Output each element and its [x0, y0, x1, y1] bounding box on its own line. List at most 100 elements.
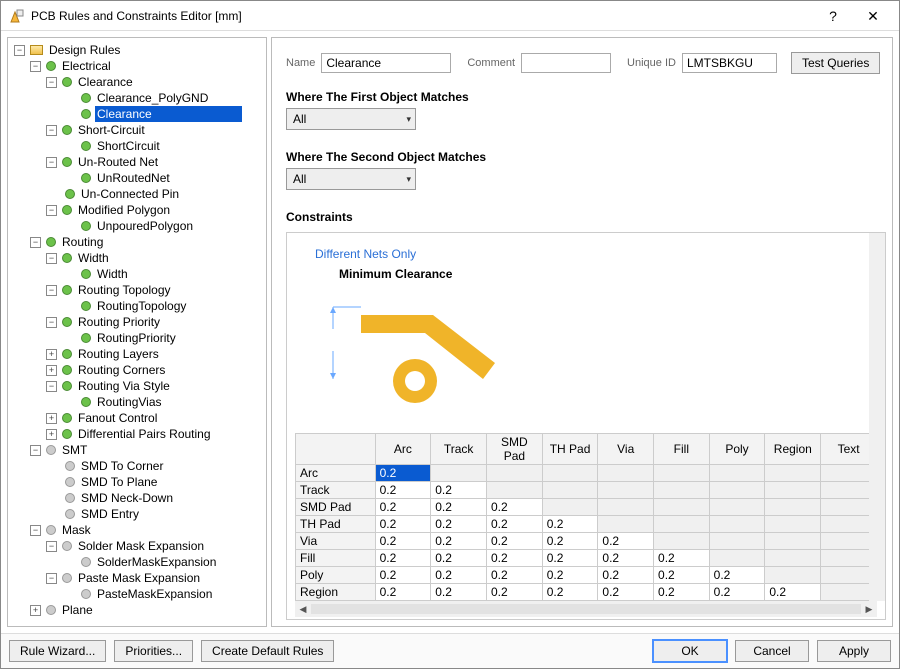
tree-item-smd-neck[interactable]: SMD Neck-Down: [79, 490, 175, 506]
tree-toggle[interactable]: −: [46, 285, 57, 296]
tree-toggle[interactable]: −: [46, 77, 57, 88]
tree-toggle[interactable]: +: [46, 429, 57, 440]
tree-toggle[interactable]: −: [46, 125, 57, 136]
tree-toggle[interactable]: −: [46, 541, 57, 552]
comment-input[interactable]: [521, 53, 611, 73]
horizontal-scrollbar[interactable]: ◀▶: [295, 601, 877, 617]
matrix-cell[interactable]: 0.2: [375, 516, 431, 533]
matrix-cell[interactable]: 0.2: [431, 533, 487, 550]
matrix-cell[interactable]: 0.2: [598, 584, 654, 601]
tree-item-electrical[interactable]: Electrical: [60, 58, 113, 74]
tree-item-unrouted[interactable]: Un-Routed Net: [76, 154, 160, 170]
matrix-cell[interactable]: 0.2: [487, 567, 543, 584]
matrix-cell[interactable]: 0.2: [542, 516, 598, 533]
tree-item-routing-priority[interactable]: Routing Priority: [76, 314, 162, 330]
tree-item-routing-topology[interactable]: Routing Topology: [76, 282, 173, 298]
matrix-cell[interactable]: 0.2: [375, 533, 431, 550]
tree-item-mask[interactable]: Mask: [60, 522, 93, 538]
matrix-cell[interactable]: 0.2: [542, 533, 598, 550]
matrix-cell[interactable]: 0.2: [542, 584, 598, 601]
tree-item-clearance-selected[interactable]: Clearance: [95, 106, 242, 122]
matrix-cell[interactable]: 0.2: [431, 482, 487, 499]
tree-toggle[interactable]: +: [30, 605, 41, 616]
tree-toggle[interactable]: −: [30, 445, 41, 456]
tree-toggle[interactable]: −: [46, 157, 57, 168]
tree-item-smt[interactable]: SMT: [60, 442, 89, 458]
rule-wizard-button[interactable]: Rule Wizard...: [9, 640, 106, 662]
matrix-cell[interactable]: 0.2: [375, 465, 431, 482]
matrix-cell[interactable]: 0.2: [431, 499, 487, 516]
tree-toggle[interactable]: −: [30, 237, 41, 248]
matrix-cell[interactable]: 0.2: [654, 550, 710, 567]
matrix-cell[interactable]: 0.2: [765, 584, 821, 601]
tree-item-paste-mask-exp[interactable]: Paste Mask Expansion: [76, 570, 202, 586]
tree-toggle[interactable]: −: [30, 61, 41, 72]
matrix-cell[interactable]: 0.2: [709, 584, 765, 601]
tree-item-short-circuit[interactable]: Short-Circuit: [76, 122, 147, 138]
matrix-cell[interactable]: 0.2: [654, 584, 710, 601]
tree-toggle[interactable]: −: [46, 573, 57, 584]
cancel-button[interactable]: Cancel: [735, 640, 809, 662]
tree-item-shortcircuit[interactable]: ShortCircuit: [95, 138, 162, 154]
matrix-cell[interactable]: 0.2: [375, 482, 431, 499]
tree-toggle[interactable]: +: [46, 413, 57, 424]
matrix-cell[interactable]: 0.2: [375, 499, 431, 516]
matrix-cell[interactable]: 0.2: [598, 567, 654, 584]
test-queries-button[interactable]: Test Queries: [791, 52, 880, 74]
name-input[interactable]: [321, 53, 451, 73]
tree-toggle[interactable]: −: [14, 45, 25, 56]
matrix-cell[interactable]: 0.2: [542, 550, 598, 567]
tree-item-routingtopology[interactable]: RoutingTopology: [95, 298, 188, 314]
tree-toggle[interactable]: −: [46, 317, 57, 328]
matrix-cell[interactable]: 0.2: [598, 533, 654, 550]
tree-item-solder-mask-exp[interactable]: Solder Mask Expansion: [76, 538, 206, 554]
tree-toggle[interactable]: −: [46, 253, 57, 264]
tree-toggle[interactable]: −: [30, 525, 41, 536]
matrix-cell[interactable]: 0.2: [431, 516, 487, 533]
tree-item-diff-pairs[interactable]: Differential Pairs Routing: [76, 426, 213, 442]
tree-toggle[interactable]: +: [46, 349, 57, 360]
apply-button[interactable]: Apply: [817, 640, 891, 662]
first-object-select[interactable]: All ▾: [286, 108, 416, 130]
matrix-cell[interactable]: 0.2: [375, 567, 431, 584]
matrix-cell[interactable]: 0.2: [487, 550, 543, 567]
matrix-cell[interactable]: 0.2: [431, 567, 487, 584]
matrix-cell[interactable]: 0.2: [709, 567, 765, 584]
create-default-rules-button[interactable]: Create Default Rules: [201, 640, 334, 662]
tree-item-fanout[interactable]: Fanout Control: [76, 410, 159, 426]
rules-tree[interactable]: −Design Rules −Electrical −Clearance Cle…: [7, 37, 267, 627]
tree-toggle[interactable]: −: [46, 381, 57, 392]
tree-toggle[interactable]: −: [46, 205, 57, 216]
tree-item-routing[interactable]: Routing: [60, 234, 105, 250]
priorities-button[interactable]: Priorities...: [114, 640, 193, 662]
tree-item-modified-polygon[interactable]: Modified Polygon: [76, 202, 172, 218]
matrix-cell[interactable]: 0.2: [487, 499, 543, 516]
tree-item-routing-corners[interactable]: Routing Corners: [76, 362, 167, 378]
matrix-cell[interactable]: 0.2: [487, 584, 543, 601]
clearance-matrix[interactable]: ArcTrackSMD PadTH PadViaFillPolyRegionTe…: [295, 433, 877, 601]
matrix-cell[interactable]: 0.2: [431, 584, 487, 601]
matrix-cell[interactable]: 0.2: [487, 533, 543, 550]
ok-button[interactable]: OK: [653, 640, 727, 662]
tree-item-width[interactable]: Width: [76, 250, 111, 266]
unique-id-input[interactable]: [682, 53, 777, 73]
tree-item-width-rule[interactable]: Width: [95, 266, 130, 282]
help-button[interactable]: ?: [813, 1, 853, 31]
matrix-cell[interactable]: 0.2: [542, 567, 598, 584]
tree-item-routing-via[interactable]: Routing Via Style: [76, 378, 172, 394]
tree-item-smd-corner[interactable]: SMD To Corner: [79, 458, 165, 474]
matrix-cell[interactable]: 0.2: [375, 584, 431, 601]
matrix-cell[interactable]: 0.2: [654, 567, 710, 584]
second-object-select[interactable]: All ▾: [286, 168, 416, 190]
vertical-scrollbar[interactable]: [869, 233, 885, 601]
tree-item-design-rules[interactable]: Design Rules: [47, 42, 122, 58]
tree-item-unpoured-polygon[interactable]: UnpouredPolygon: [95, 218, 195, 234]
tree-item-smd-plane[interactable]: SMD To Plane: [79, 474, 159, 490]
tree-item-routing-layers[interactable]: Routing Layers: [76, 346, 161, 362]
tree-toggle[interactable]: +: [46, 365, 57, 376]
tree-item-smd-entry[interactable]: SMD Entry: [79, 506, 141, 522]
matrix-cell[interactable]: 0.2: [375, 550, 431, 567]
matrix-cell[interactable]: 0.2: [487, 516, 543, 533]
tree-item-clearance-polygnd[interactable]: Clearance_PolyGND: [95, 90, 210, 106]
different-nets-link[interactable]: Different Nets Only: [315, 247, 877, 267]
